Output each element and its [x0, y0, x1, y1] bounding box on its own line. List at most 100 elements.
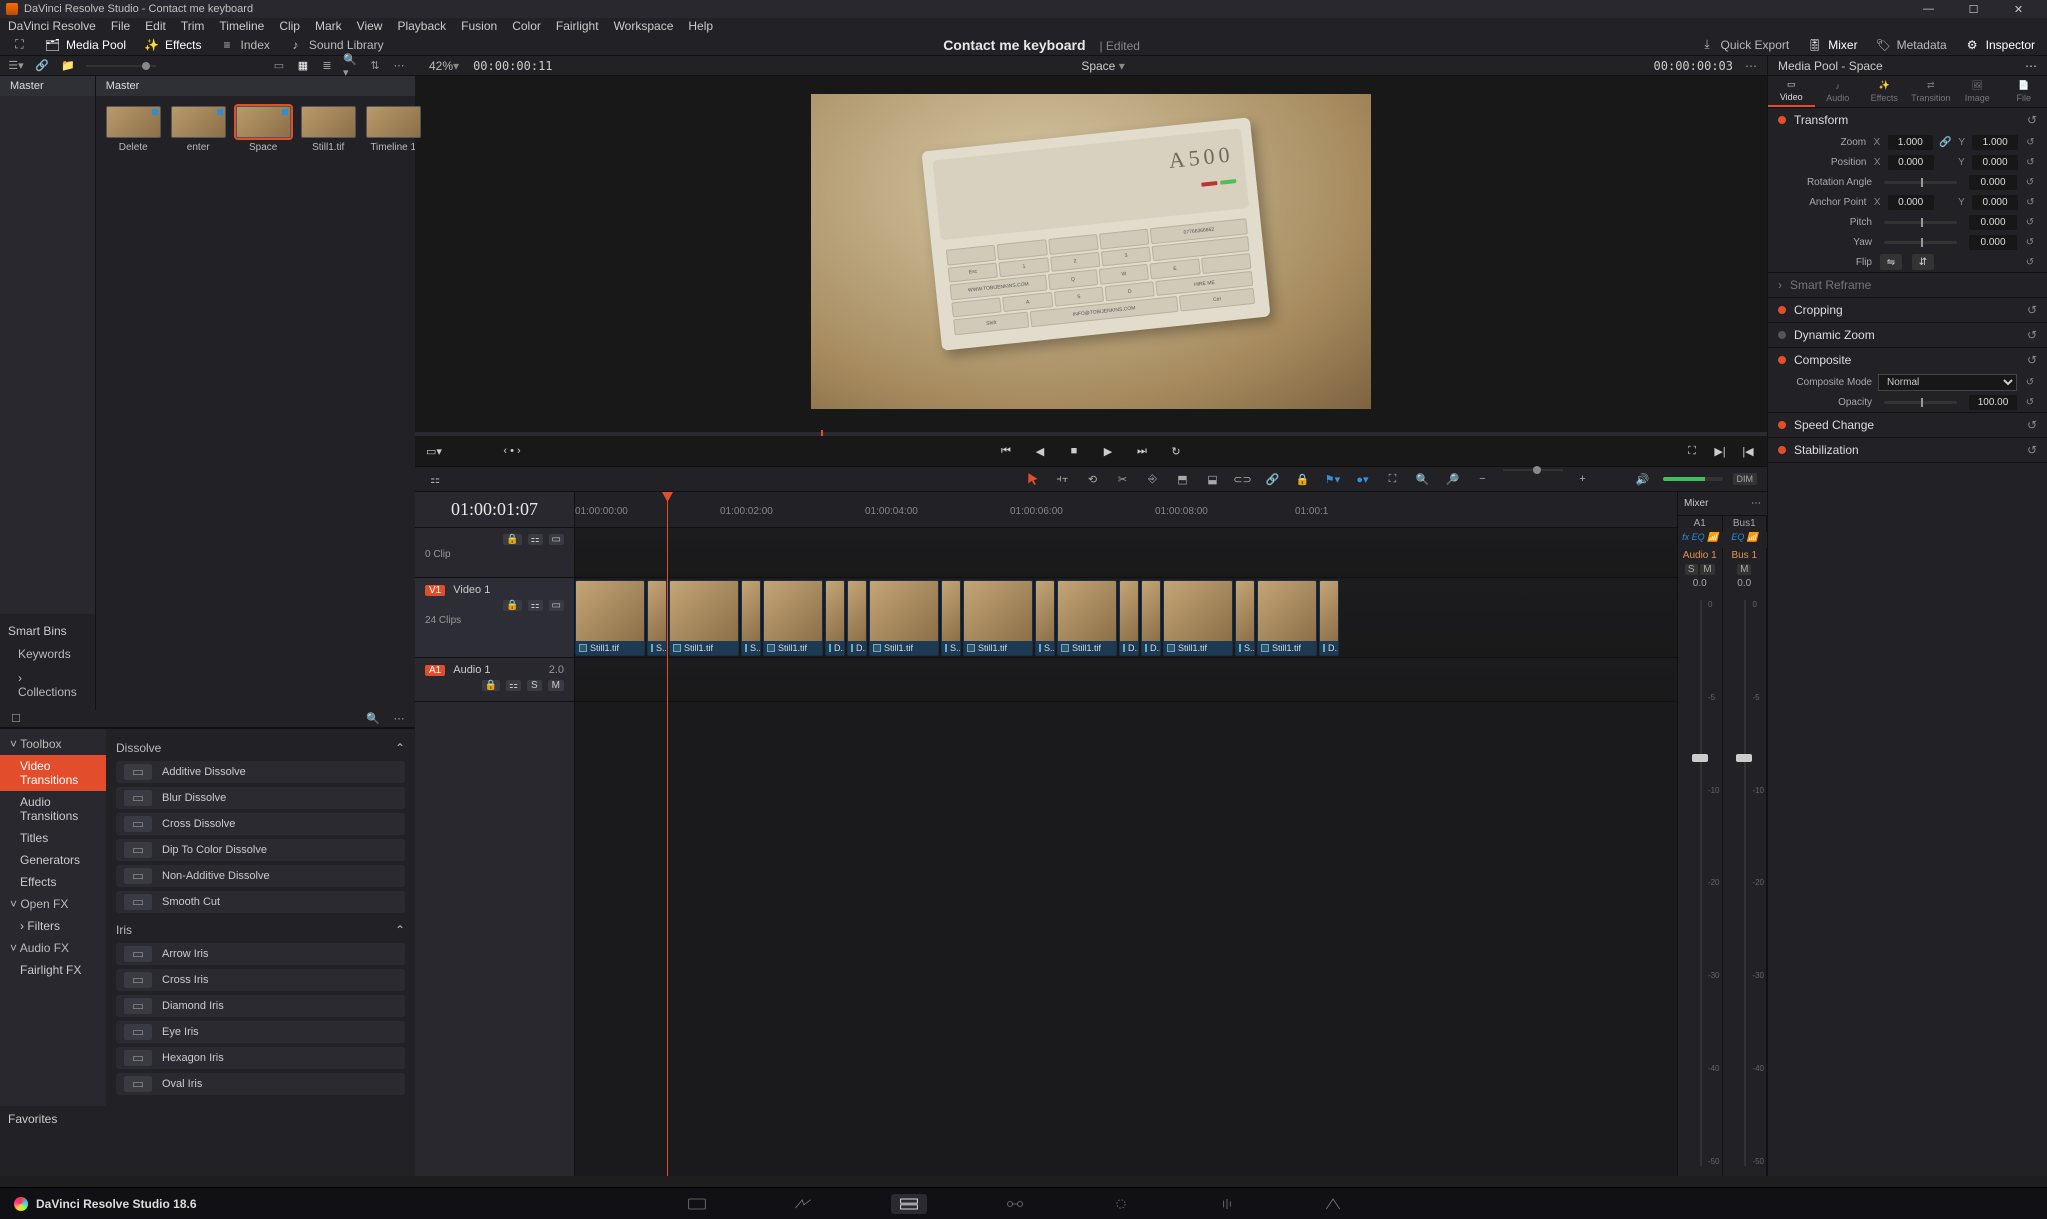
- timeline-clip[interactable]: Still1.tif: [575, 580, 645, 656]
- mixer-a1-mute[interactable]: M: [1700, 564, 1714, 575]
- mixer-options-button[interactable]: ⋯: [1751, 498, 1761, 509]
- fx-group-toolbox[interactable]: Toolbox: [0, 733, 106, 755]
- fx-item-audio-transitions[interactable]: Audio Transitions: [0, 791, 106, 827]
- timeline-clip[interactable]: D...: [1319, 580, 1339, 656]
- rotation-slider[interactable]: [1884, 181, 1957, 184]
- mixer-a1-solo[interactable]: S: [1685, 564, 1698, 575]
- media-clip-delete[interactable]: Delete: [106, 106, 161, 153]
- track-header-v1[interactable]: V1Video 1 🔒⚏▭ 24 Clips: [415, 578, 574, 658]
- menu-view[interactable]: View: [357, 19, 383, 33]
- pos-x-field[interactable]: 0.000: [1888, 155, 1934, 170]
- yaw-field[interactable]: 0.000: [1969, 235, 2017, 250]
- mixer-ch-a1[interactable]: A1: [1678, 516, 1723, 532]
- track-lane-v0[interactable]: [575, 528, 1677, 578]
- play-reverse-button[interactable]: ◀: [1031, 442, 1049, 460]
- zoom-in-button[interactable]: +: [1573, 469, 1593, 489]
- lock-button[interactable]: 🔒: [1293, 469, 1313, 489]
- viewer-zoom-menu[interactable]: 42%: [429, 59, 453, 73]
- anchor-x-field[interactable]: 0.000: [1888, 195, 1934, 210]
- volume-slider[interactable]: [1663, 477, 1723, 481]
- zoom-custom-button[interactable]: 🔎: [1443, 469, 1463, 489]
- mixer-bus1-eq[interactable]: EQ 📶: [1723, 532, 1768, 548]
- playhead[interactable]: [667, 492, 668, 1176]
- fx-oval-iris[interactable]: ▭Oval Iris: [116, 1073, 405, 1095]
- fx-cross-iris[interactable]: ▭Cross Iris: [116, 969, 405, 991]
- menu-playback[interactable]: Playback: [397, 19, 446, 33]
- inspector-tab-effects[interactable]: ✨Effects: [1861, 76, 1908, 107]
- timeline-timecode[interactable]: 01:00:01:07: [451, 499, 538, 520]
- media-clip-timeline-1[interactable]: Timeline 1: [366, 106, 421, 153]
- fx-group-openfx[interactable]: Open FX: [0, 893, 106, 915]
- timeline-clip[interactable]: Still1.tif: [1257, 580, 1317, 656]
- page-fusion[interactable]: [997, 1194, 1033, 1214]
- section-transform-header[interactable]: Transform↺: [1768, 108, 2047, 132]
- dynzoom-reset-icon[interactable]: ↺: [2027, 328, 2037, 342]
- timeline-view-options[interactable]: ⚏: [425, 469, 445, 489]
- zoom-x-field[interactable]: 1.000: [1888, 135, 1934, 150]
- page-edit[interactable]: [891, 1194, 927, 1214]
- section-dynamic-zoom[interactable]: Dynamic Zoom↺: [1768, 323, 2047, 347]
- v1-disp-icon[interactable]: ▭: [549, 600, 564, 611]
- timeline-clip[interactable]: S...: [1235, 580, 1255, 656]
- pitch-field[interactable]: 0.000: [1969, 215, 2017, 230]
- flag-button[interactable]: ⚑▾: [1323, 469, 1343, 489]
- zoom-y-field[interactable]: 1.000: [1972, 135, 2018, 150]
- effects-toggle[interactable]: ✨Effects: [144, 37, 201, 52]
- v1-dest-badge[interactable]: V1: [425, 585, 445, 596]
- menu-clip[interactable]: Clip: [279, 19, 300, 33]
- timeline-clip[interactable]: S...: [1035, 580, 1055, 656]
- quick-export-button[interactable]: ⤓Quick Export: [1700, 37, 1790, 52]
- inspector-tab-video[interactable]: ▭Video: [1768, 76, 1815, 107]
- v1-auto-icon[interactable]: ⚏: [528, 600, 543, 611]
- program-viewer[interactable]: A500 07766366662 Esc123 WWW.TOBIJENKINS.…: [415, 76, 1767, 426]
- inspector-tab-image[interactable]: 🖼Image: [1954, 76, 2001, 107]
- sound-library-toggle[interactable]: ♪Sound Library: [288, 37, 384, 52]
- inspector-tab-transition[interactable]: ⇄Transition: [1908, 76, 1955, 107]
- prev-edit-button[interactable]: |◀: [1739, 442, 1757, 460]
- mixer-ch-bus1[interactable]: Bus1: [1723, 516, 1768, 532]
- timeline-clip[interactable]: D...: [825, 580, 845, 656]
- a1-dest-badge[interactable]: A1: [425, 665, 445, 676]
- thumb-view-button[interactable]: ▦: [295, 58, 311, 74]
- timeline-clip[interactable]: D...: [847, 580, 867, 656]
- replace-clip-button[interactable]: ⬓: [1203, 469, 1223, 489]
- menu-edit[interactable]: Edit: [145, 19, 166, 33]
- mixer-a1-fader[interactable]: 0-5-10-20-30-40-50: [1678, 590, 1723, 1176]
- viewer-mode-button[interactable]: ▭▾: [425, 442, 443, 460]
- mixer-bus1-fader[interactable]: 0-5-10-20-30-40-50: [1723, 590, 1768, 1176]
- timeline-clip[interactable]: D...: [1119, 580, 1139, 656]
- timeline-clip[interactable]: S...: [741, 580, 761, 656]
- next-edit-button[interactable]: ▶|: [1711, 442, 1729, 460]
- pos-reset-icon[interactable]: ↺: [2024, 157, 2037, 168]
- flip-v-button[interactable]: ⇵: [1912, 254, 1934, 270]
- fx-non-additive-dissolve[interactable]: ▭Non-Additive Dissolve: [116, 865, 405, 887]
- menu-mark[interactable]: Mark: [315, 19, 342, 33]
- first-frame-button[interactable]: ⏮: [997, 442, 1015, 460]
- match-frame-button[interactable]: ‹ • ›: [503, 442, 521, 460]
- search-button[interactable]: 🔍▾: [343, 58, 359, 74]
- mixer-a1-fx[interactable]: fx EQ 📶: [1678, 532, 1723, 548]
- fx-smooth-cut[interactable]: ▭Smooth Cut: [116, 891, 405, 913]
- menu-trim[interactable]: Trim: [181, 19, 205, 33]
- dim-button[interactable]: DIM: [1733, 473, 1758, 485]
- thumb-size-slider[interactable]: [142, 62, 150, 70]
- timeline-clip[interactable]: Still1.tif: [763, 580, 823, 656]
- timeline-clip[interactable]: Still1.tif: [1163, 580, 1233, 656]
- composite-reset-icon[interactable]: ↺: [2027, 353, 2037, 367]
- media-clip-still1-tif[interactable]: Still1.tif: [301, 106, 356, 153]
- transform-reset-icon[interactable]: ↺: [2027, 113, 2037, 127]
- timeline-clip[interactable]: Still1.tif: [963, 580, 1033, 656]
- yaw-reset-icon[interactable]: ↺: [2023, 237, 2037, 248]
- media-pool-options-button[interactable]: ⋯: [391, 58, 407, 74]
- timeline-clip[interactable]: Still1.tif: [669, 580, 739, 656]
- dynamic-trim-tool[interactable]: ⟲: [1083, 469, 1103, 489]
- pitch-reset-icon[interactable]: ↺: [2023, 217, 2037, 228]
- section-stabilization[interactable]: Stabilization↺: [1768, 438, 2047, 462]
- rotation-field[interactable]: 0.000: [1969, 175, 2017, 190]
- insert-clip-button[interactable]: ⎆: [1143, 469, 1163, 489]
- bin-view-menu[interactable]: ☰▾: [8, 58, 24, 74]
- zoom-out-button[interactable]: −: [1473, 469, 1493, 489]
- speed-reset-icon[interactable]: ↺: [2027, 418, 2037, 432]
- compmode-reset-icon[interactable]: ↺: [2023, 377, 2037, 388]
- viewer-options-button[interactable]: ⋯: [1743, 58, 1759, 74]
